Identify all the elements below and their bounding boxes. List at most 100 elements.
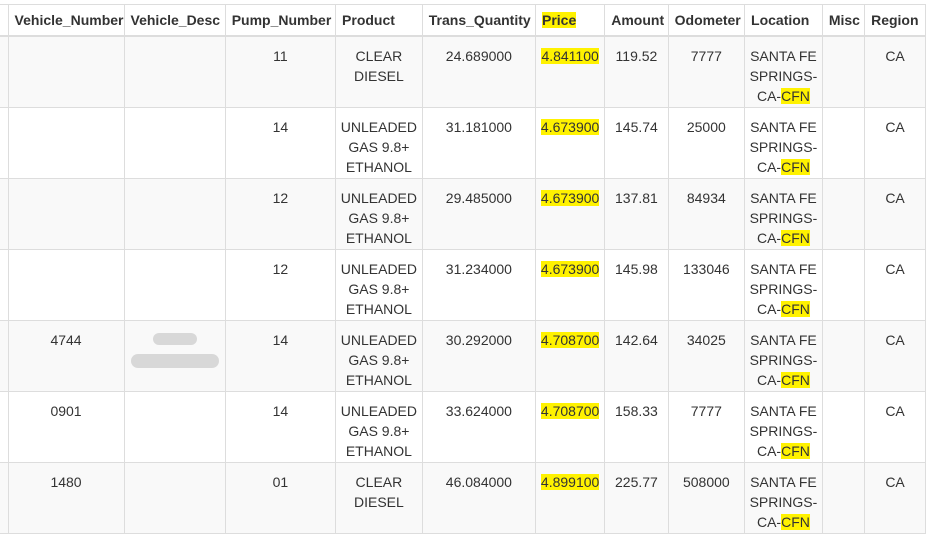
cell-price: 4.673900 xyxy=(534,249,606,321)
cell-amount: 137.81 xyxy=(604,178,669,250)
amount-value: 119.52 xyxy=(615,48,658,64)
region-value: CA xyxy=(885,119,905,135)
column-header-label: Location xyxy=(751,12,810,28)
trans-quantity-value: 24.689000 xyxy=(445,48,512,64)
table-row[interactable]: 12 UNLEADED GAS 9.8+ ETHANOL 31.234000 4.67… xyxy=(0,249,926,321)
amount-value: 158.33 xyxy=(615,403,658,419)
column-header-region[interactable]: Region xyxy=(864,4,926,37)
cell-odometer: 133046 xyxy=(667,249,746,321)
odometer-value: 7777 xyxy=(690,403,722,419)
region-value: CA xyxy=(885,261,905,277)
cell-misc xyxy=(821,107,866,179)
cell-region: CA xyxy=(864,249,926,321)
column-header-trans-quantity[interactable]: Trans_Quantity xyxy=(421,4,537,37)
cell-region: CA xyxy=(864,391,926,463)
column-header-odometer[interactable]: Odometer xyxy=(667,4,746,37)
cell-vehicle-number: 1480 xyxy=(7,462,125,534)
row-handle xyxy=(0,249,9,321)
product-value: CLEAR DIESEL xyxy=(353,48,404,84)
location-highlight: CFN xyxy=(781,159,810,175)
table-row[interactable]: 0901 14 UNLEADED GAS 9.8+ ETHANOL 33.624000… xyxy=(0,391,926,463)
cell-region: CA xyxy=(864,35,926,108)
cell-location: SANTA FE SPRINGS-CA-CFN xyxy=(744,320,823,392)
pump-number-value: 01 xyxy=(272,474,289,490)
cell-vehicle-desc xyxy=(123,391,226,463)
cell-price: 4.899100 xyxy=(534,462,606,534)
cell-trans-quantity: 30.292000 xyxy=(421,320,537,392)
cell-trans-quantity: 31.234000 xyxy=(421,249,537,321)
cell-amount: 158.33 xyxy=(604,391,669,463)
column-header-label: Region xyxy=(871,12,919,28)
location-highlight: CFN xyxy=(781,88,810,104)
cell-region: CA xyxy=(864,462,926,534)
table-row[interactable]: 4744 14 UNLEADED GAS 9.8+ ETHANOL 30.292000… xyxy=(0,320,926,392)
trans-quantity-value: 31.234000 xyxy=(445,261,512,277)
cell-odometer: 7777 xyxy=(667,35,746,108)
table-row[interactable]: 14 UNLEADED GAS 9.8+ ETHANOL 31.181000 4.67… xyxy=(0,107,926,179)
pump-number-value: 12 xyxy=(272,261,289,277)
cell-location: SANTA FE SPRINGS-CA-CFN xyxy=(744,391,823,463)
region-value: CA xyxy=(885,332,905,348)
cell-region: CA xyxy=(864,320,926,392)
price-value: 4.673900 xyxy=(540,190,600,206)
cell-pump-number: 11 xyxy=(224,35,337,108)
pump-number-value: 11 xyxy=(273,48,288,64)
location-highlight: CFN xyxy=(781,372,810,388)
region-value: CA xyxy=(885,48,905,64)
cell-misc xyxy=(821,35,866,108)
table-row[interactable]: 11 CLEAR DIESEL 24.689000 4.841100 119.52 777… xyxy=(0,35,926,108)
cell-product: UNLEADED GAS 9.8+ ETHANOL xyxy=(335,107,423,179)
cell-location: SANTA FE SPRINGS-CA-CFN xyxy=(744,249,823,321)
price-value: 4.708700 xyxy=(540,403,600,419)
table-row[interactable]: 12 UNLEADED GAS 9.8+ ETHANOL 29.485000 4.67… xyxy=(0,178,926,250)
column-header-label: Vehicle_Number xyxy=(14,12,124,28)
product-value: UNLEADED GAS 9.8+ ETHANOL xyxy=(340,261,418,317)
cell-trans-quantity: 31.181000 xyxy=(421,107,537,179)
vehicle-number-value: 1480 xyxy=(50,474,82,490)
cell-amount: 119.52 xyxy=(604,35,669,108)
product-value: CLEAR DIESEL xyxy=(353,474,404,510)
cell-product: CLEAR DIESEL xyxy=(335,35,423,108)
cell-location: SANTA FE SPRINGS-CA-CFN xyxy=(744,462,823,534)
redaction-blur xyxy=(130,354,219,368)
row-handle xyxy=(0,320,9,392)
cell-odometer: 25000 xyxy=(667,107,746,179)
table-row[interactable]: 1480 01 CLEAR DIESEL 46.084000 4.899100 225.7… xyxy=(0,462,926,534)
column-header-vehicle-desc[interactable]: Vehicle_Desc xyxy=(123,4,226,37)
table-body: 11 CLEAR DIESEL 24.689000 4.841100 119.52 777… xyxy=(0,35,926,534)
column-header-vehicle-number[interactable]: Vehicle_Number xyxy=(7,4,125,37)
cell-location: SANTA FE SPRINGS-CA-CFN xyxy=(744,35,823,108)
row-handle xyxy=(0,462,9,534)
column-header-label: Price xyxy=(542,12,577,28)
price-value: 4.673900 xyxy=(540,261,600,277)
column-header-pump-number[interactable]: Pump_Number xyxy=(224,4,337,37)
column-header-label: Misc xyxy=(828,12,860,28)
pump-number-value: 14 xyxy=(272,119,289,135)
row-handle-header xyxy=(0,4,9,37)
cell-vehicle-desc xyxy=(123,249,226,321)
cell-location: SANTA FE SPRINGS-CA-CFN xyxy=(744,107,823,179)
cell-product: UNLEADED GAS 9.8+ ETHANOL xyxy=(335,391,423,463)
row-handle xyxy=(0,391,9,463)
cell-pump-number: 12 xyxy=(224,178,337,250)
cell-region: CA xyxy=(864,107,926,179)
amount-value: 145.74 xyxy=(615,119,658,135)
cell-odometer: 84934 xyxy=(667,178,746,250)
trans-quantity-value: 33.624000 xyxy=(445,403,512,419)
amount-value: 225.77 xyxy=(615,474,658,490)
vehicle-number-value: 4744 xyxy=(50,332,82,348)
cell-pump-number: 01 xyxy=(224,462,337,534)
cell-product: CLEAR DIESEL xyxy=(335,462,423,534)
region-value: CA xyxy=(885,190,905,206)
column-header-product[interactable]: Product xyxy=(335,4,423,37)
cell-price: 4.708700 xyxy=(534,391,606,463)
row-handle xyxy=(0,178,9,250)
column-header-location[interactable]: Location xyxy=(744,4,823,37)
cell-pump-number: 14 xyxy=(224,107,337,179)
column-header-price[interactable]: Price xyxy=(534,4,606,37)
cell-product: UNLEADED GAS 9.8+ ETHANOL xyxy=(335,178,423,250)
column-header-label: Odometer xyxy=(674,12,741,28)
amount-value: 145.98 xyxy=(615,261,658,277)
column-header-misc[interactable]: Misc xyxy=(821,4,866,37)
column-header-amount[interactable]: Amount xyxy=(604,4,669,37)
